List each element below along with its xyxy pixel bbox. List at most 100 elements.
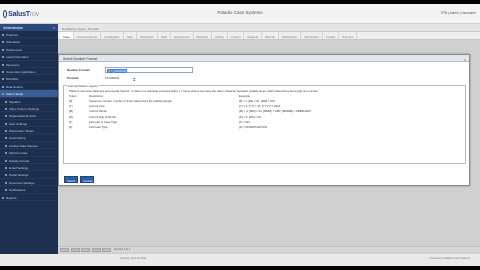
description-cell: First part of Case Type — [89, 119, 118, 124]
example-cell: [M] = 4, [MM] = 04, [MMM] = APR, [MMMM] … — [239, 109, 312, 114]
sidebar-item[interactable]: Customize Application — [0, 68, 58, 76]
column-header-description: Description — [89, 93, 103, 98]
bottom-toolbar: Record 1 of 1 — [58, 246, 480, 252]
collapse-icon[interactable]: « — [53, 26, 55, 30]
number-format-label: Number Format: — [67, 68, 91, 72]
sidebar-item[interactable]: Passwords / Roles — [0, 127, 58, 135]
sidebar-item[interactable]: Workflow — [0, 75, 58, 83]
tab-bar: Case Correspondence Investigation Note Attac… — [58, 32, 480, 40]
tab[interactable]: Note — [124, 32, 137, 39]
tab[interactable]: Submission — [301, 32, 323, 39]
number-format-value: [YY]-[######] — [107, 68, 128, 73]
format-pattern-legend: Format Pattern Layout — [67, 84, 99, 88]
preview-value: 14-000001 — [105, 76, 120, 80]
tab[interactable]: Task — [158, 32, 171, 39]
footer-credit: Powered by Paladin Case Systems — [429, 257, 470, 260]
tab[interactable]: Request — [244, 32, 262, 39]
column-header-token: Token — [69, 93, 77, 98]
example-cell: [D] = 6, [DD] = 06 — [239, 114, 261, 119]
column-header-example: Example — [239, 93, 250, 98]
preview-label: Preview: — [67, 76, 80, 80]
dialog-header: Select Number Format × — [59, 55, 469, 62]
token-cell: [T] — [69, 119, 73, 124]
description-cell: Full Case Type — [89, 124, 108, 129]
sidebar-item[interactable]: Reports — [0, 194, 58, 201]
sidebar-item[interactable]: Field Formats — [0, 149, 58, 157]
example-cell: [#] = 1, [##] = 01, [###] = 001 — [239, 98, 275, 103]
app-logo[interactable]: SalusTrov — [3, 9, 39, 19]
sidebar-list: Products Schedules Preferences Lead Informa… — [0, 31, 58, 201]
dialog-title: Select Number Format — [63, 57, 98, 61]
logo-text: SalusTrov — [8, 11, 39, 18]
sidebar-item[interactable]: Preferences — [0, 46, 58, 54]
app-window: SalusTrov Paladin Case Systems TPM | Adm… — [0, 4, 480, 266]
tab[interactable]: Correspondence — [74, 32, 102, 39]
tab[interactable]: Activity — [212, 32, 228, 39]
last-page-button[interactable] — [91, 247, 101, 252]
sidebar-item[interactable]: Customizing — [0, 134, 58, 142]
sidebar-item[interactable]: Lookup Data Sources — [0, 142, 58, 150]
sidebar-item[interactable]: Portal Settings — [0, 171, 58, 179]
description-cell: Sequence number; number of times determi… — [89, 98, 172, 103]
sidebar-item[interactable]: Organizational Units — [0, 112, 58, 120]
breadcrumb: Numbering Types - Pre Def — [58, 24, 480, 32]
token-cell: [Y] — [69, 104, 73, 109]
sidebar-item[interactable]: User Settings — [0, 120, 58, 128]
description-cell: Current Day of Month — [89, 114, 116, 119]
first-page-button[interactable] — [60, 247, 69, 252]
token-table-body: [#] Sequence number; number of times dete… — [69, 98, 461, 129]
next-page-button[interactable] — [81, 247, 90, 252]
token-cell: [D] — [69, 114, 73, 119]
token-cell: [M] — [69, 109, 73, 114]
screen: SalusTrov Paladin Case Systems TPM | Adm… — [0, 0, 480, 270]
record-count: Record 1 of 1 — [114, 248, 131, 251]
tab[interactable]: Payment — [339, 32, 358, 39]
tab[interactable]: Workflow — [194, 32, 212, 39]
sidebar-item[interactable]: Index Column Settings — [0, 105, 58, 113]
sidebar-item[interactable]: Notifications — [0, 186, 58, 194]
token-table: Token Description Example [#] Sequence nu… — [69, 93, 461, 129]
cancel-button[interactable]: Cancel — [80, 176, 94, 183]
logo-thin: rov — [29, 10, 39, 18]
sidebar: Administration « Products Schedules Prefer… — [0, 24, 58, 266]
sidebar-item[interactable]: Lead Information — [0, 53, 58, 61]
number-format-input[interactable]: [YY]-[######] — [105, 67, 193, 73]
sidebar-item[interactable]: Document Settings — [0, 179, 58, 187]
token-row: [F] Full Case Type [F] = INVESTIGATION — [69, 124, 461, 129]
select-button[interactable]: Select — [64, 176, 78, 183]
example-cell: [Y] = 4, [YY] = 14, [YYYY] = 2014 — [239, 104, 281, 109]
main-panel: Numbering Types - Pre Def Case Correspond… — [58, 24, 480, 266]
sidebar-header[interactable]: Administration « — [0, 24, 58, 31]
app-title: Paladin Case Systems — [217, 10, 263, 15]
sidebar-header-label: Administration — [3, 26, 24, 30]
format-pattern-layout: Format Pattern Layout Patterns can have … — [63, 84, 466, 164]
sidebar-item[interactable]: Sandbox — [0, 98, 58, 105]
tab[interactable]: Investigation — [101, 32, 124, 39]
tab[interactable]: Case — [60, 32, 74, 39]
logo-icon — [3, 10, 8, 18]
number-format-row: Number Format: [YY]-[######] — [67, 67, 267, 73]
tab[interactable]: Subscription — [279, 32, 302, 39]
example-cell: [F] = INVESTIGATION — [239, 124, 267, 129]
refresh-button[interactable] — [102, 247, 111, 252]
tab[interactable]: Custom — [228, 32, 245, 39]
sidebar-item[interactable]: Schedules — [0, 38, 58, 46]
tab[interactable]: Contact — [323, 32, 340, 39]
sidebar-item[interactable]: Products — [0, 31, 58, 39]
tab[interactable]: Referral — [262, 32, 279, 39]
sidebar-item[interactable]: Taxonomy — [0, 61, 58, 68]
tab[interactable]: Attachment — [137, 32, 159, 39]
previous-page-button[interactable] — [70, 247, 80, 252]
close-icon[interactable]: × — [464, 57, 466, 62]
example-cell: [T] = INV — [239, 119, 251, 124]
select-number-format-dialog: Select Number Format × Number Format: [Y… — [58, 54, 470, 186]
footer-date: Tuesday, April 01 2014 — [120, 257, 147, 260]
token-cell: [F] — [69, 124, 73, 129]
user-info[interactable]: TPM | Admin | Username — [441, 11, 477, 15]
sidebar-item[interactable]: Data Source — [0, 83, 58, 91]
top-bar: SalusTrov Paladin Case Systems TPM | Adm… — [0, 4, 480, 24]
sidebar-item[interactable]: Email Settings — [0, 164, 58, 172]
tab[interactable]: Appointment — [171, 32, 194, 39]
sidebar-item[interactable]: Display Format — [0, 157, 58, 165]
sidebar-item[interactable]: Admin Setup — [0, 90, 58, 98]
